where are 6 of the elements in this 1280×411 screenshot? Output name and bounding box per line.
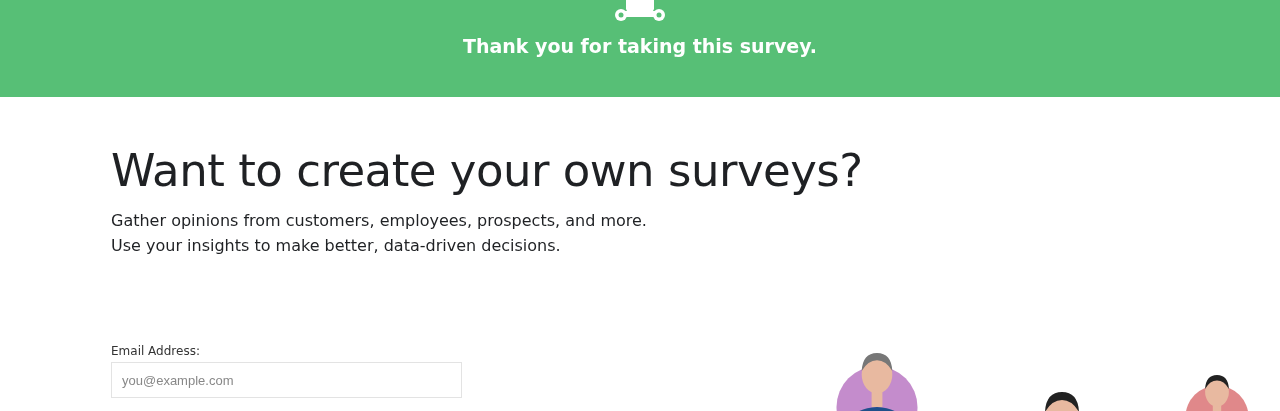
email-label: Email Address: xyxy=(111,344,201,358)
promo-heading: Want to create your own surveys? xyxy=(111,143,864,199)
promo-text: Gather opinions from customers, employees, prospects, and more. xyxy=(111,210,648,232)
email-field[interactable]: you@example.com xyxy=(111,362,462,398)
promo-text: Use your insights to make better, data-driven decisions. xyxy=(111,235,562,257)
header-title: Thank you for taking this survey. xyxy=(462,35,818,57)
